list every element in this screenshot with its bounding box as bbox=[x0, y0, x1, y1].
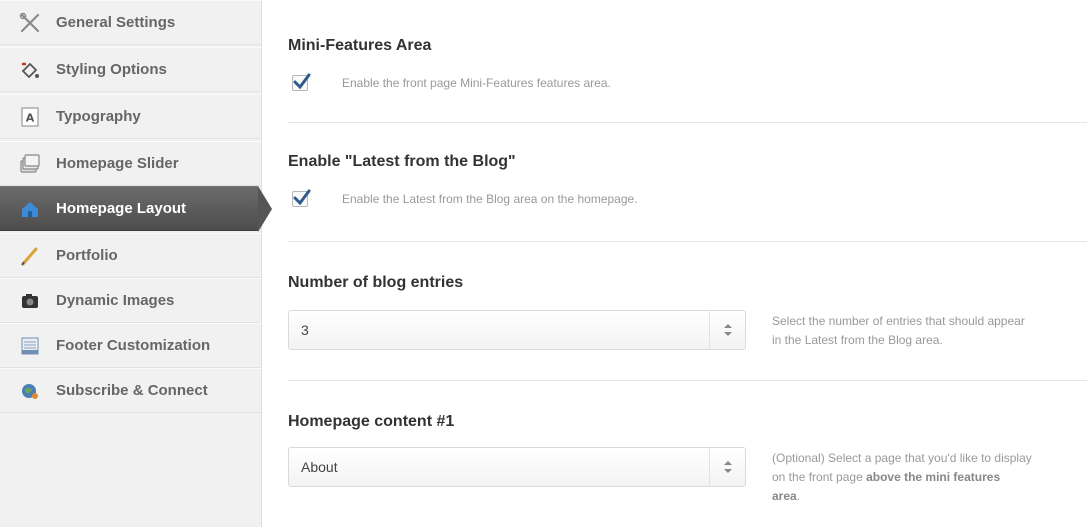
help-text: area. bbox=[772, 487, 1087, 506]
sidebar-item-label: Typography bbox=[56, 108, 141, 125]
checkbox-description: Enable the front page Mini-Features feat… bbox=[342, 76, 611, 90]
sidebar-item-typography[interactable]: A Typography bbox=[0, 94, 262, 139]
sidebar-item-label: General Settings bbox=[56, 14, 176, 31]
homepage-content-select[interactable]: About bbox=[288, 447, 746, 487]
help-text-end: . bbox=[796, 489, 801, 503]
select-value: About bbox=[301, 459, 338, 475]
sidebar-item-label: Homepage Layout bbox=[56, 200, 187, 217]
sidebar-item-label: Styling Options bbox=[56, 61, 167, 78]
divider bbox=[288, 380, 1087, 381]
font-icon: A bbox=[18, 105, 42, 129]
sidebar-item-footer-customization[interactable]: Footer Customization bbox=[0, 323, 262, 368]
sidebar-item-portfolio[interactable]: Portfolio bbox=[0, 233, 262, 278]
footer-icon bbox=[18, 334, 42, 358]
sidebar-item-label: Homepage Slider bbox=[56, 155, 179, 172]
section-title: Enable "Latest from the Blog" bbox=[288, 153, 516, 170]
svg-text:A: A bbox=[26, 111, 35, 124]
blog-entries-help: Select the number of entries that should… bbox=[772, 312, 1087, 350]
section-title: Mini-Features Area bbox=[288, 37, 432, 54]
checkbox-description: Enable the Latest from the Blog area on … bbox=[342, 192, 638, 206]
select-value: 3 bbox=[301, 322, 309, 338]
globe-icon bbox=[18, 379, 42, 403]
section-title: Number of blog entries bbox=[288, 274, 464, 291]
sidebar-item-label: Portfolio bbox=[56, 247, 118, 264]
select-arrows-icon bbox=[709, 448, 745, 486]
blog-entries-select[interactable]: 3 bbox=[288, 310, 746, 350]
mini-features-checkbox[interactable] bbox=[292, 73, 311, 91]
slides-icon bbox=[18, 152, 42, 176]
sidebar-item-homepage-slider[interactable]: Homepage Slider bbox=[0, 141, 262, 186]
camera-icon bbox=[18, 289, 42, 313]
homepage-content-help: (Optional) Select a page that you'd like… bbox=[772, 449, 1087, 506]
latest-blog-option: Enable the Latest from the Blog area on … bbox=[288, 189, 638, 207]
sidebar-item-homepage-layout[interactable]: Homepage Layout bbox=[0, 186, 258, 231]
help-text-bold: above the mini features bbox=[866, 470, 1001, 484]
help-text: Select the number of entries that should… bbox=[772, 314, 1025, 328]
sidebar-item-styling-options[interactable]: Styling Options bbox=[0, 47, 262, 92]
sidebar-item-subscribe-connect[interactable]: Subscribe & Connect bbox=[0, 368, 262, 413]
sidebar-item-dynamic-images[interactable]: Dynamic Images bbox=[0, 278, 262, 323]
help-text-bold: area bbox=[772, 489, 797, 503]
tools-icon bbox=[18, 11, 42, 35]
section-title: Homepage content #1 bbox=[288, 413, 455, 430]
divider bbox=[288, 122, 1087, 123]
help-text: (Optional) Select a page that you'd like… bbox=[772, 451, 1032, 465]
main-panel: Mini-Features Area Enable the front page… bbox=[262, 0, 1087, 527]
select-arrows-icon bbox=[709, 311, 745, 349]
help-text: on the front page above the mini feature… bbox=[772, 468, 1087, 487]
home-icon bbox=[18, 197, 42, 221]
sidebar-item-label: Dynamic Images bbox=[56, 292, 175, 309]
sidebar-item-label: Subscribe & Connect bbox=[56, 382, 208, 399]
sidebar-item-general-settings[interactable]: General Settings bbox=[0, 0, 262, 45]
help-text-prefix: on the front page bbox=[772, 470, 867, 484]
latest-blog-checkbox[interactable] bbox=[292, 189, 311, 207]
help-text: in the Latest from the Blog area. bbox=[772, 333, 943, 347]
divider bbox=[288, 241, 1087, 242]
paint-bucket-icon bbox=[18, 58, 42, 82]
pencil-icon bbox=[18, 244, 42, 268]
mini-features-option: Enable the front page Mini-Features feat… bbox=[288, 73, 611, 91]
sidebar-item-label: Footer Customization bbox=[56, 337, 211, 354]
sidebar: General Settings Styling Options A Typog… bbox=[0, 0, 262, 527]
